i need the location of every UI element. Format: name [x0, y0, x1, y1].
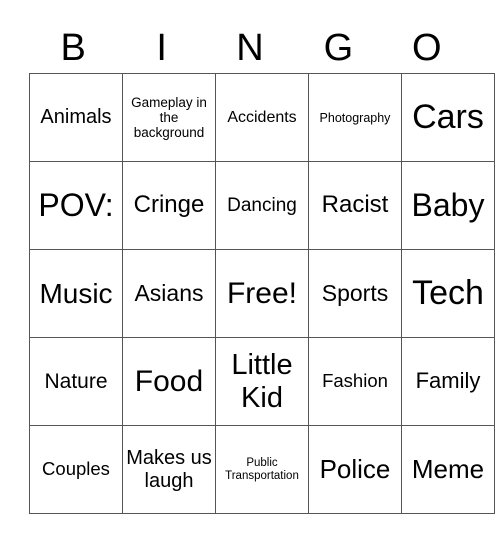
bingo-cell[interactable]: Police [308, 425, 402, 514]
bingo-cell[interactable]: Nature [29, 337, 123, 426]
header-letter-o: O [412, 27, 442, 69]
bingo-cell[interactable]: Photography [308, 73, 402, 162]
bingo-cell[interactable]: Food [122, 337, 216, 426]
bingo-cell[interactable]: POV: [29, 161, 123, 250]
bingo-row: POV: Cringe Dancing Racist Baby [29, 161, 495, 250]
bingo-cell[interactable]: Sports [308, 249, 402, 338]
bingo-grid: Animals Gameplay in the background Acciden… [29, 73, 495, 514]
bingo-cell[interactable]: Fashion [308, 337, 402, 426]
header-letter-i: I [156, 27, 167, 69]
bingo-cell[interactable]: Racist [308, 161, 402, 250]
bingo-cell[interactable]: Gameplay in the background [122, 73, 216, 162]
header-letter-n: N [236, 27, 264, 69]
header-letter-g: G [323, 27, 354, 69]
bingo-cell[interactable]: Asians [122, 249, 216, 338]
bingo-cell[interactable]: Tech [401, 249, 495, 338]
bingo-row: Nature Food Little Kid Fashion Family [29, 337, 495, 426]
bingo-cell[interactable]: Music [29, 249, 123, 338]
bingo-row: Couples Makes us laugh Public Transportati… [29, 425, 495, 514]
bingo-cell[interactable]: Family [401, 337, 495, 426]
bingo-cell[interactable]: Makes us laugh [122, 425, 216, 514]
bingo-cell[interactable]: Dancing [215, 161, 309, 250]
bingo-cell[interactable]: Accidents [215, 73, 309, 162]
bingo-cell[interactable]: Couples [29, 425, 123, 514]
bingo-cell[interactable]: Cringe [122, 161, 216, 250]
bingo-cell[interactable]: Baby [401, 161, 495, 250]
bingo-cell[interactable]: Animals [29, 73, 123, 162]
bingo-cell[interactable]: Little Kid [215, 337, 309, 426]
bingo-row: Animals Gameplay in the background Acciden… [29, 73, 495, 162]
bingo-cell[interactable]: Meme [401, 425, 495, 514]
bingo-cell[interactable]: Free! [215, 249, 309, 338]
header-letter-b: B [60, 27, 86, 69]
bingo-header: B I N G O [29, 24, 471, 72]
bingo-row: Music Asians Free! Sports Tech [29, 249, 495, 338]
bingo-cell[interactable]: Cars [401, 73, 495, 162]
bingo-cell[interactable]: Public Transportation [215, 425, 309, 514]
